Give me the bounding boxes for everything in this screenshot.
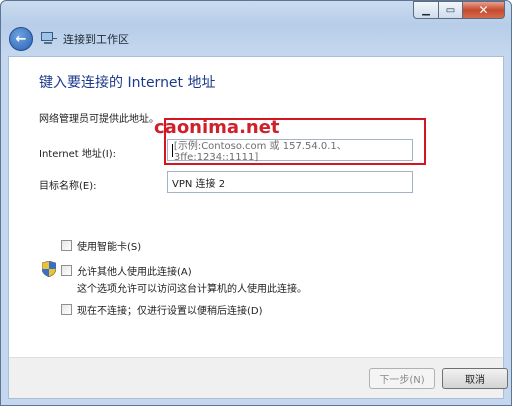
allow-others-label: 允许其他人使用此连接(A) [77, 267, 192, 278]
highlight-box [164, 118, 426, 165]
page-heading: 键入要连接的 Internet 地址 [39, 75, 216, 91]
back-arrow-icon: ← [15, 31, 27, 47]
allow-others-option[interactable]: 允许其他人使用此连接(A) [61, 263, 192, 278]
cancel-button[interactable]: 取消 [442, 368, 508, 389]
smart-card-option[interactable]: 使用智能卡(S) [61, 238, 141, 253]
uac-shield-icon [42, 261, 56, 277]
smart-card-checkbox[interactable] [61, 240, 72, 251]
wizard-content: 键入要连接的 Internet 地址 网络管理员可提供此地址。 Internet… [8, 56, 508, 399]
wizard-title: 连接到工作区 [63, 33, 129, 46]
dont-connect-label: 现在不连接；仅进行设置以便稍后连接(D) [77, 306, 263, 317]
dialog-window: ▁ ▭ ✕ ← 连接到工作区 键入要连接的 Internet 地址 网络管理员可… [0, 0, 512, 406]
hint-text: 网络管理员可提供此地址。 [39, 114, 159, 125]
wizard-footer: 下一步(N) 取消 [9, 357, 508, 398]
navigation-bar: ← 连接到工作区 [1, 23, 511, 55]
allow-others-note: 这个选项允许可以访问这台计算机的人使用此连接。 [77, 284, 307, 295]
minimize-button[interactable]: ▁ [413, 1, 438, 19]
close-button[interactable]: ✕ [462, 1, 505, 19]
network-computer-icon [41, 32, 57, 46]
dont-connect-checkbox[interactable] [61, 304, 72, 315]
smart-card-label: 使用智能卡(S) [77, 242, 142, 253]
allow-others-checkbox[interactable] [61, 265, 72, 276]
destination-name-label: 目标名称(E): [39, 181, 97, 192]
back-button[interactable]: ← [9, 27, 33, 51]
maximize-button[interactable]: ▭ [438, 1, 462, 19]
internet-address-label: Internet 地址(I): [39, 149, 117, 160]
next-button[interactable]: 下一步(N) [369, 368, 435, 389]
destination-name-value: VPN 连接 2 [172, 178, 226, 190]
dont-connect-option[interactable]: 现在不连接；仅进行设置以便稍后连接(D) [61, 302, 263, 317]
caption-buttons: ▁ ▭ ✕ [413, 1, 505, 19]
destination-name-input[interactable]: VPN 连接 2 [167, 171, 413, 193]
